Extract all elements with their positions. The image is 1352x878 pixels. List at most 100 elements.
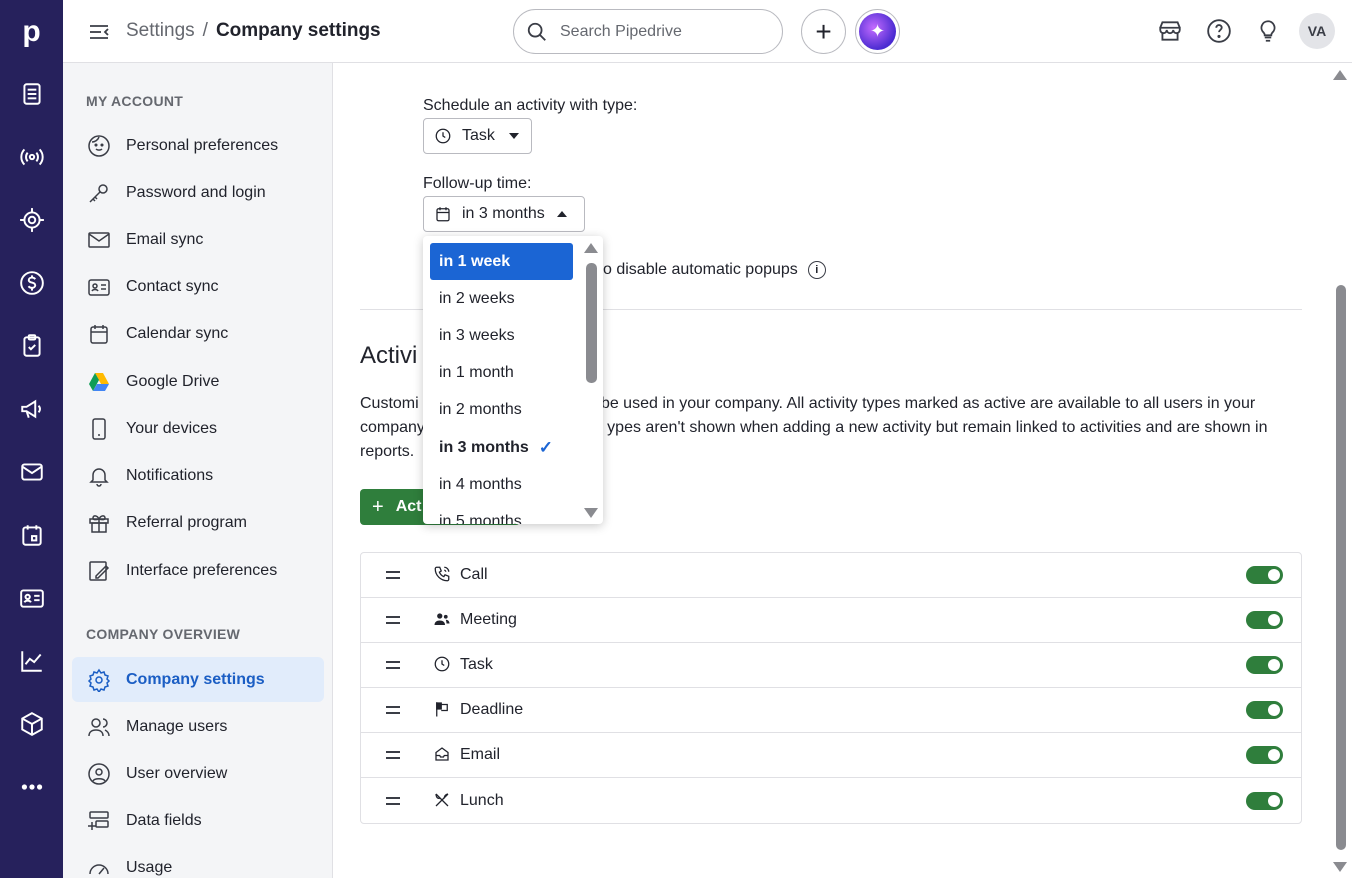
dollar-icon[interactable] (16, 267, 47, 298)
active-toggle[interactable] (1246, 611, 1283, 629)
sidebar-item-email-sync[interactable]: Email sync (72, 217, 324, 262)
my-account-section-title: MY ACCOUNT (86, 93, 184, 109)
drag-handle-icon[interactable] (386, 571, 400, 579)
quick-add-button[interactable]: + (801, 9, 846, 54)
meeting-users-icon (433, 610, 453, 630)
followup-time-select[interactable]: in 3 months (423, 196, 585, 232)
sidebar-item-interface-preferences[interactable]: Interface preferences (72, 548, 324, 593)
active-toggle[interactable] (1246, 566, 1283, 584)
settings-sidebar: MY ACCOUNT Personal preferences Password… (63, 63, 333, 878)
active-toggle[interactable] (1246, 656, 1283, 674)
activity-type-select[interactable]: Task (423, 118, 532, 154)
gear-icon (86, 667, 112, 693)
scroll-up-arrow-icon[interactable] (1333, 70, 1347, 80)
sidebar-item-label: Data fields (126, 811, 202, 829)
dropdown-option[interactable]: in 1 week (430, 243, 573, 280)
activity-type-name: Lunch (460, 791, 504, 809)
scroll-down-arrow-icon[interactable] (1333, 862, 1347, 872)
activity-types-list: Call Meeting Task Deadline Email Lunch (360, 552, 1302, 824)
gauge-icon (86, 855, 112, 878)
broadcast-icon[interactable] (16, 141, 47, 172)
info-icon[interactable]: i (807, 261, 826, 279)
clock-icon (435, 128, 451, 144)
dropdown-option[interactable]: in 2 weeks (430, 280, 573, 317)
sidebar-item-notifications[interactable]: Notifications (72, 453, 324, 498)
contacts-card-icon[interactable] (16, 582, 47, 613)
more-icon[interactable] (16, 771, 47, 802)
megaphone-icon[interactable] (16, 393, 47, 424)
box-icon[interactable] (16, 708, 47, 739)
sidebar-item-your-devices[interactable]: Your devices (72, 406, 324, 451)
drag-handle-icon[interactable] (386, 796, 400, 805)
page-scrollbar[interactable] (1333, 63, 1352, 878)
breadcrumb-settings-link[interactable]: Settings (126, 20, 195, 42)
sidebar-item-label: Password and login (126, 183, 266, 201)
drag-handle-icon[interactable] (386, 751, 400, 759)
calendar-icon (436, 207, 450, 222)
list-item: Call (361, 553, 1301, 598)
contact-card-icon (86, 274, 112, 300)
dropdown-option[interactable]: in 2 months (430, 391, 573, 428)
clipboard-icon[interactable] (16, 330, 47, 361)
sidebar-item-contact-sync[interactable]: Contact sync (72, 264, 324, 309)
sidebar-item-usage[interactable]: Usage (72, 845, 324, 878)
dropdown-scrollbar[interactable] (586, 263, 597, 383)
calendar-icon[interactable] (16, 519, 47, 550)
help-icon[interactable] (1206, 18, 1232, 44)
lightbulb-icon[interactable] (1255, 18, 1281, 44)
marketplace-icon[interactable] (1157, 18, 1183, 44)
active-toggle[interactable] (1246, 791, 1283, 810)
search-input[interactable] (560, 22, 760, 41)
envelope-icon (86, 227, 112, 253)
active-toggle[interactable] (1246, 701, 1283, 719)
deals-icon[interactable] (16, 78, 47, 109)
menu-toggle-icon[interactable] (87, 20, 111, 44)
disable-popups-label: o disable automatic popups (603, 261, 798, 278)
sidebar-item-referral-program[interactable]: Referral program (72, 500, 324, 545)
dropdown-option[interactable]: in 1 month (430, 354, 573, 391)
sidebar-item-user-overview[interactable]: User overview (72, 751, 324, 796)
active-toggle[interactable] (1246, 746, 1283, 764)
drag-handle-icon[interactable] (386, 706, 400, 714)
schedule-activity-label: Schedule an activity with type: (423, 97, 638, 114)
dropdown-option[interactable]: in 4 months (430, 466, 573, 503)
activity-type-name: Email (460, 746, 501, 763)
sidebar-item-label: Google Drive (126, 372, 220, 390)
sidebar-item-data-fields[interactable]: Data fields (72, 798, 324, 843)
sidebar-item-company-settings[interactable]: Company settings (72, 657, 324, 702)
dropdown-option[interactable]: in 3 weeks (430, 317, 573, 354)
dropdown-option-label: in 3 months (439, 438, 529, 456)
followup-time-dropdown: in 1 week in 2 weeks in 3 weeks in 1 mon… (423, 236, 603, 524)
sidebar-item-manage-users[interactable]: Manage users (72, 704, 324, 749)
leads-icon[interactable] (16, 204, 47, 235)
avatar[interactable]: VA (1299, 13, 1335, 49)
calendar-icon (86, 321, 112, 347)
sidebar-item-google-drive[interactable]: Google Drive (72, 359, 324, 404)
sidebar-item-label: User overview (126, 764, 228, 782)
pipedrive-logo[interactable]: p (0, 0, 63, 63)
sidebar-item-password-login[interactable]: Password and login (72, 170, 324, 215)
activity-type-name: Task (460, 656, 493, 673)
scroll-up-arrow-icon[interactable] (584, 243, 598, 253)
search-box[interactable] (513, 9, 783, 54)
ai-assistant-button[interactable]: ✦ (855, 9, 900, 54)
scroll-down-arrow-icon[interactable] (584, 508, 598, 518)
scrollbar-thumb[interactable] (1336, 285, 1346, 850)
chevron-up-icon (556, 211, 567, 217)
activity-type-name: Deadline (460, 701, 524, 718)
dropdown-option-selected[interactable]: in 3 months ✓ (430, 429, 573, 466)
dropdown-option[interactable]: in 5 months (430, 503, 573, 525)
followup-time-label: Follow-up time: (423, 175, 532, 192)
sidebar-item-label: Manage users (126, 717, 228, 735)
phone-icon (86, 416, 112, 442)
drag-handle-icon[interactable] (386, 661, 400, 669)
sidebar-item-label: Notifications (126, 466, 214, 484)
sidebar-item-calendar-sync[interactable]: Calendar sync (72, 311, 324, 356)
chart-icon[interactable] (16, 645, 47, 676)
face-icon (86, 133, 112, 159)
list-item: Meeting (361, 598, 1301, 643)
flag-icon (433, 700, 453, 720)
mail-icon[interactable] (16, 456, 47, 487)
sidebar-item-personal-preferences[interactable]: Personal preferences (72, 123, 324, 168)
drag-handle-icon[interactable] (386, 616, 400, 624)
